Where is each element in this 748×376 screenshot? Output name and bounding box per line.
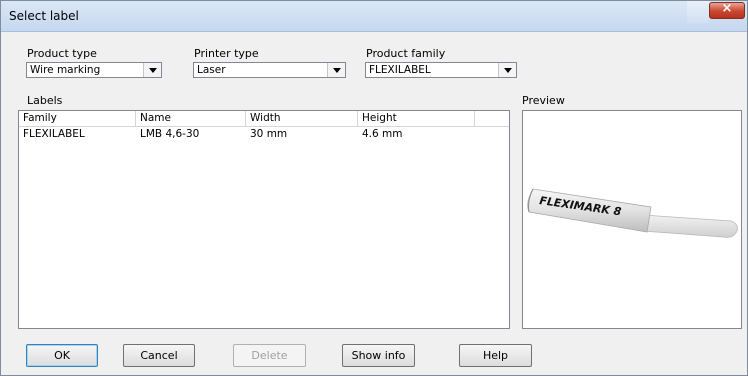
close-button[interactable]: × xyxy=(709,1,745,19)
chevron-down-icon[interactable] xyxy=(498,63,516,77)
cell-family: FLEXILABEL xyxy=(23,128,85,140)
column-header-height[interactable]: Height xyxy=(358,111,475,126)
delete-button[interactable]: Delete xyxy=(233,344,306,367)
cancel-button[interactable]: Cancel xyxy=(123,344,195,367)
printer-type-label: Printer type xyxy=(194,47,259,60)
labels-list-header: Family Name Width Height xyxy=(19,111,509,127)
product-family-select[interactable]: FLEXILABEL xyxy=(365,62,517,78)
labels-list[interactable]: Family Name Width Height FLEXILABEL LMB … xyxy=(18,110,510,329)
product-type-value: Wire marking xyxy=(30,64,101,76)
product-family-value: FLEXILABEL xyxy=(369,64,431,76)
product-type-select[interactable]: Wire marking xyxy=(26,62,162,78)
cell-height: 4.6 mm xyxy=(362,128,403,140)
chevron-down-icon[interactable] xyxy=(327,63,345,77)
window-title: Select label xyxy=(9,9,79,23)
product-family-label: Product family xyxy=(366,47,446,60)
ok-button[interactable]: OK xyxy=(26,344,98,367)
labels-heading: Labels xyxy=(27,94,63,107)
close-icon: × xyxy=(721,1,733,16)
help-button[interactable]: Help xyxy=(459,344,532,367)
column-header-name[interactable]: Name xyxy=(136,111,246,126)
label-preview-image: FLEXIMARK 8 xyxy=(527,188,738,238)
preview-heading: Preview xyxy=(522,94,565,107)
printer-type-select[interactable]: Laser xyxy=(193,62,346,78)
cell-name: LMB 4,6-30 xyxy=(140,128,200,140)
printer-type-value: Laser xyxy=(197,64,226,76)
chevron-down-icon[interactable] xyxy=(143,63,161,77)
title-bar-glow xyxy=(687,1,709,23)
product-type-label: Product type xyxy=(27,47,97,60)
preview-panel: FLEXIMARK 8 xyxy=(522,110,742,329)
title-bar: Select label × xyxy=(1,1,747,32)
show-info-button[interactable]: Show info xyxy=(342,344,415,367)
cell-width: 30 mm xyxy=(250,128,288,140)
table-row[interactable]: FLEXILABEL LMB 4,6-30 30 mm 4.6 mm xyxy=(19,127,509,141)
column-header-width[interactable]: Width xyxy=(246,111,358,126)
column-header-family[interactable]: Family xyxy=(19,111,136,126)
